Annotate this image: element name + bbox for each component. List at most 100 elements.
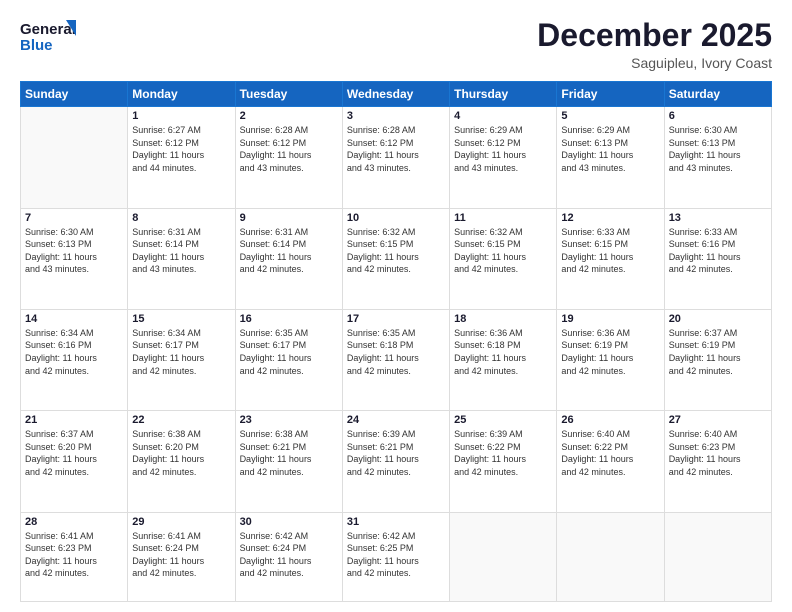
calendar-cell: 10 Sunrise: 6:32 AM Sunset: 6:15 PM Dayli… bbox=[342, 208, 449, 309]
day-number: 1 bbox=[132, 110, 230, 122]
calendar-cell: 7 Sunrise: 6:30 AM Sunset: 6:13 PM Daylig… bbox=[21, 208, 128, 309]
day-detail: Sunrise: 6:33 AM Sunset: 6:16 PM Dayligh… bbox=[669, 226, 767, 276]
title-block: December 2025 Saguipleu, Ivory Coast bbox=[537, 18, 772, 71]
day-detail: Sunrise: 6:42 AM Sunset: 6:25 PM Dayligh… bbox=[347, 530, 445, 580]
calendar-cell bbox=[557, 512, 664, 601]
calendar-cell: 18 Sunrise: 6:36 AM Sunset: 6:18 PM Dayli… bbox=[450, 309, 557, 410]
calendar-cell: 22 Sunrise: 6:38 AM Sunset: 6:20 PM Dayli… bbox=[128, 411, 235, 512]
calendar-cell: 27 Sunrise: 6:40 AM Sunset: 6:23 PM Dayli… bbox=[664, 411, 771, 512]
day-detail: Sunrise: 6:42 AM Sunset: 6:24 PM Dayligh… bbox=[240, 530, 338, 580]
day-number: 22 bbox=[132, 414, 230, 426]
calendar-week-row: 14Sunrise: 6:34 AM Sunset: 6:16 PM Dayli… bbox=[21, 309, 772, 410]
calendar-cell: 20 Sunrise: 6:37 AM Sunset: 6:19 PM Dayli… bbox=[664, 309, 771, 410]
calendar-cell: 14Sunrise: 6:34 AM Sunset: 6:16 PM Dayli… bbox=[21, 309, 128, 410]
calendar-cell: 17 Sunrise: 6:35 AM Sunset: 6:18 PM Dayli… bbox=[342, 309, 449, 410]
day-detail: Sunrise: 6:41 AM Sunset: 6:24 PM Dayligh… bbox=[132, 530, 230, 580]
day-detail: Sunrise: 6:38 AM Sunset: 6:20 PM Dayligh… bbox=[132, 428, 230, 478]
day-number: 25 bbox=[454, 414, 552, 426]
weekday-header-thursday: Thursday bbox=[450, 82, 557, 107]
day-detail: Sunrise: 6:39 AM Sunset: 6:21 PM Dayligh… bbox=[347, 428, 445, 478]
logo: GeneralBlue bbox=[20, 18, 80, 58]
day-number: 24 bbox=[347, 414, 445, 426]
day-detail: Sunrise: 6:33 AM Sunset: 6:15 PM Dayligh… bbox=[561, 226, 659, 276]
weekday-header-row: SundayMondayTuesdayWednesdayThursdayFrid… bbox=[21, 82, 772, 107]
calendar-cell: 24 Sunrise: 6:39 AM Sunset: 6:21 PM Dayli… bbox=[342, 411, 449, 512]
calendar-cell: 25 Sunrise: 6:39 AM Sunset: 6:22 PM Dayli… bbox=[450, 411, 557, 512]
calendar-cell: 2Sunrise: 6:28 AM Sunset: 6:12 PM Daylig… bbox=[235, 107, 342, 208]
calendar-week-row: 21Sunrise: 6:37 AM Sunset: 6:20 PM Dayli… bbox=[21, 411, 772, 512]
day-number: 26 bbox=[561, 414, 659, 426]
calendar-cell: 30 Sunrise: 6:42 AM Sunset: 6:24 PM Dayli… bbox=[235, 512, 342, 601]
day-detail: Sunrise: 6:29 AM Sunset: 6:12 PM Dayligh… bbox=[454, 124, 552, 174]
calendar-cell: 23 Sunrise: 6:38 AM Sunset: 6:21 PM Dayli… bbox=[235, 411, 342, 512]
day-detail: Sunrise: 6:32 AM Sunset: 6:15 PM Dayligh… bbox=[454, 226, 552, 276]
day-number: 13 bbox=[669, 212, 767, 224]
day-detail: Sunrise: 6:30 AM Sunset: 6:13 PM Dayligh… bbox=[25, 226, 123, 276]
day-detail: Sunrise: 6:31 AM Sunset: 6:14 PM Dayligh… bbox=[132, 226, 230, 276]
calendar-cell bbox=[664, 512, 771, 601]
day-detail: Sunrise: 6:38 AM Sunset: 6:21 PM Dayligh… bbox=[240, 428, 338, 478]
calendar-week-row: 28Sunrise: 6:41 AM Sunset: 6:23 PM Dayli… bbox=[21, 512, 772, 601]
day-number: 28 bbox=[25, 516, 123, 528]
calendar-week-row: 7 Sunrise: 6:30 AM Sunset: 6:13 PM Daylig… bbox=[21, 208, 772, 309]
day-number: 8 bbox=[132, 212, 230, 224]
day-detail: Sunrise: 6:32 AM Sunset: 6:15 PM Dayligh… bbox=[347, 226, 445, 276]
calendar-cell: 21Sunrise: 6:37 AM Sunset: 6:20 PM Dayli… bbox=[21, 411, 128, 512]
day-number: 7 bbox=[25, 212, 123, 224]
day-detail: Sunrise: 6:34 AM Sunset: 6:17 PM Dayligh… bbox=[132, 327, 230, 377]
weekday-header-wednesday: Wednesday bbox=[342, 82, 449, 107]
day-detail: Sunrise: 6:34 AM Sunset: 6:16 PM Dayligh… bbox=[25, 327, 123, 377]
calendar-cell: 19 Sunrise: 6:36 AM Sunset: 6:19 PM Dayli… bbox=[557, 309, 664, 410]
weekday-header-sunday: Sunday bbox=[21, 82, 128, 107]
weekday-header-friday: Friday bbox=[557, 82, 664, 107]
day-number: 10 bbox=[347, 212, 445, 224]
day-number: 3 bbox=[347, 110, 445, 122]
calendar-cell: 6Sunrise: 6:30 AM Sunset: 6:13 PM Daylig… bbox=[664, 107, 771, 208]
weekday-header-tuesday: Tuesday bbox=[235, 82, 342, 107]
day-number: 20 bbox=[669, 313, 767, 325]
day-detail: Sunrise: 6:28 AM Sunset: 6:12 PM Dayligh… bbox=[347, 124, 445, 174]
day-number: 4 bbox=[454, 110, 552, 122]
day-number: 16 bbox=[240, 313, 338, 325]
day-number: 23 bbox=[240, 414, 338, 426]
logo-svg: GeneralBlue bbox=[20, 18, 80, 58]
page: GeneralBlue December 2025 Saguipleu, Ivo… bbox=[0, 0, 792, 612]
day-number: 27 bbox=[669, 414, 767, 426]
day-detail: Sunrise: 6:35 AM Sunset: 6:17 PM Dayligh… bbox=[240, 327, 338, 377]
day-detail: Sunrise: 6:40 AM Sunset: 6:23 PM Dayligh… bbox=[669, 428, 767, 478]
calendar-cell bbox=[21, 107, 128, 208]
calendar-cell: 4 Sunrise: 6:29 AM Sunset: 6:12 PM Daylig… bbox=[450, 107, 557, 208]
day-detail: Sunrise: 6:36 AM Sunset: 6:18 PM Dayligh… bbox=[454, 327, 552, 377]
day-number: 19 bbox=[561, 313, 659, 325]
calendar-cell: 3 Sunrise: 6:28 AM Sunset: 6:12 PM Daylig… bbox=[342, 107, 449, 208]
calendar-cell: 1 Sunrise: 6:27 AM Sunset: 6:12 PM Daylig… bbox=[128, 107, 235, 208]
day-number: 30 bbox=[240, 516, 338, 528]
calendar-cell: 12Sunrise: 6:33 AM Sunset: 6:15 PM Dayli… bbox=[557, 208, 664, 309]
day-detail: Sunrise: 6:39 AM Sunset: 6:22 PM Dayligh… bbox=[454, 428, 552, 478]
day-detail: Sunrise: 6:29 AM Sunset: 6:13 PM Dayligh… bbox=[561, 124, 659, 174]
day-number: 18 bbox=[454, 313, 552, 325]
day-detail: Sunrise: 6:40 AM Sunset: 6:22 PM Dayligh… bbox=[561, 428, 659, 478]
calendar-cell: 13 Sunrise: 6:33 AM Sunset: 6:16 PM Dayli… bbox=[664, 208, 771, 309]
calendar-cell: 31 Sunrise: 6:42 AM Sunset: 6:25 PM Dayli… bbox=[342, 512, 449, 601]
calendar-table: SundayMondayTuesdayWednesdayThursdayFrid… bbox=[20, 81, 772, 602]
calendar-cell: 15Sunrise: 6:34 AM Sunset: 6:17 PM Dayli… bbox=[128, 309, 235, 410]
calendar-cell: 11Sunrise: 6:32 AM Sunset: 6:15 PM Dayli… bbox=[450, 208, 557, 309]
calendar-cell: 9Sunrise: 6:31 AM Sunset: 6:14 PM Daylig… bbox=[235, 208, 342, 309]
calendar-cell: 16 Sunrise: 6:35 AM Sunset: 6:17 PM Dayli… bbox=[235, 309, 342, 410]
calendar-cell: 5 Sunrise: 6:29 AM Sunset: 6:13 PM Daylig… bbox=[557, 107, 664, 208]
weekday-header-saturday: Saturday bbox=[664, 82, 771, 107]
month-year: December 2025 bbox=[537, 18, 772, 53]
day-detail: Sunrise: 6:37 AM Sunset: 6:19 PM Dayligh… bbox=[669, 327, 767, 377]
day-detail: Sunrise: 6:28 AM Sunset: 6:12 PM Dayligh… bbox=[240, 124, 338, 174]
day-number: 17 bbox=[347, 313, 445, 325]
calendar-cell bbox=[450, 512, 557, 601]
svg-text:General: General bbox=[20, 21, 76, 38]
day-number: 31 bbox=[347, 516, 445, 528]
day-detail: Sunrise: 6:37 AM Sunset: 6:20 PM Dayligh… bbox=[25, 428, 123, 478]
day-number: 5 bbox=[561, 110, 659, 122]
day-number: 6 bbox=[669, 110, 767, 122]
day-detail: Sunrise: 6:35 AM Sunset: 6:18 PM Dayligh… bbox=[347, 327, 445, 377]
day-detail: Sunrise: 6:36 AM Sunset: 6:19 PM Dayligh… bbox=[561, 327, 659, 377]
day-detail: Sunrise: 6:27 AM Sunset: 6:12 PM Dayligh… bbox=[132, 124, 230, 174]
